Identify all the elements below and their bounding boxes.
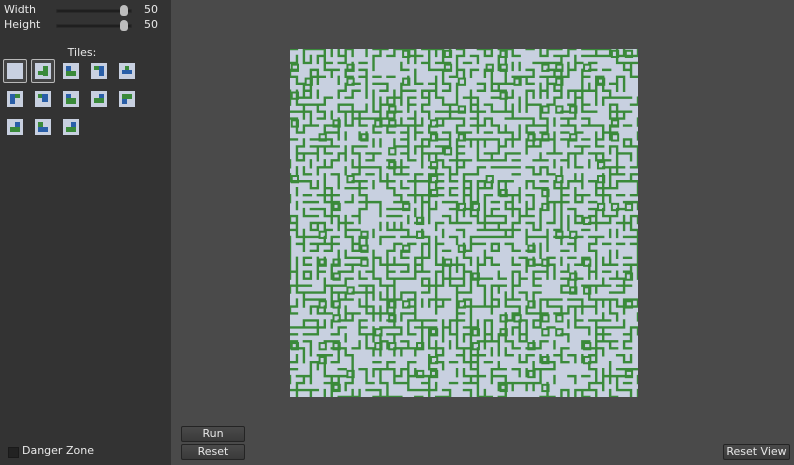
width-slider-row: Width 50 [4, 2, 168, 18]
tile-blue-2-icon [119, 63, 135, 79]
danger-zone-label: Danger Zone [22, 444, 94, 457]
width-label: Width [4, 3, 36, 16]
width-value: 50 [144, 3, 158, 16]
tile-blank-icon [7, 63, 23, 79]
reset-button[interactable]: Reset [181, 444, 245, 460]
tile-blue-3-button[interactable] [3, 87, 27, 111]
output-canvas[interactable] [290, 49, 638, 397]
tile-corner-green-button[interactable] [31, 59, 55, 83]
tile-blue-1-button[interactable] [87, 59, 111, 83]
generated-pattern [290, 49, 638, 397]
height-label: Height [4, 18, 41, 31]
tile-blue-4-button[interactable] [3, 115, 27, 139]
tile-green-6-button[interactable] [31, 115, 55, 139]
sidebar: Width 50 Height 50 Tiles: Danger Zone [0, 0, 171, 465]
tile-blue-4-icon [7, 119, 23, 135]
tile-green-4-button[interactable] [87, 87, 111, 111]
tile-blue-5-icon [63, 119, 79, 135]
height-slider-row: Height 50 [4, 17, 168, 33]
reset-view-button[interactable]: Reset View [723, 444, 790, 460]
tile-green-4-icon [91, 91, 107, 107]
tile-blank-button[interactable] [3, 59, 27, 83]
run-button[interactable]: Run [181, 426, 245, 442]
height-slider-thumb[interactable] [120, 20, 129, 31]
tile-corner-green-icon [35, 63, 51, 79]
tile-green-3-button[interactable] [59, 87, 83, 111]
tile-green-2-icon [35, 91, 51, 107]
width-slider[interactable] [56, 5, 132, 16]
tile-blue-5-button[interactable] [59, 115, 83, 139]
tile-green-3-icon [63, 91, 79, 107]
width-slider-thumb[interactable] [120, 5, 129, 16]
height-slider[interactable] [56, 20, 132, 31]
tile-blue-2-button[interactable] [115, 59, 139, 83]
tile-green-5-icon [119, 91, 135, 107]
tile-blue-1-icon [91, 63, 107, 79]
tile-green-1-button[interactable] [59, 59, 83, 83]
tile-green-1-icon [63, 63, 79, 79]
tile-green-2-button[interactable] [31, 87, 55, 111]
danger-zone-check-box[interactable] [8, 447, 19, 458]
tiles-label: Tiles: [67, 46, 97, 59]
tile-green-5-button[interactable] [115, 87, 139, 111]
tile-blue-3-icon [7, 91, 23, 107]
tile-green-6-icon [35, 119, 51, 135]
height-value: 50 [144, 18, 158, 31]
